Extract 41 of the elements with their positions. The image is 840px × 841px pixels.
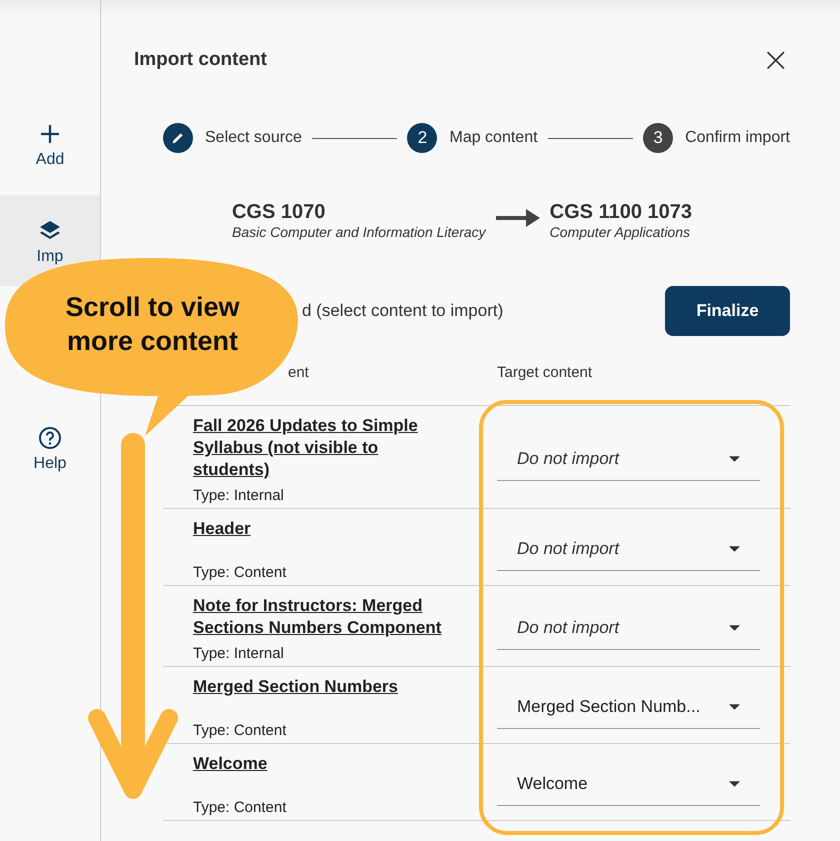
step-label: Confirm import: [685, 129, 790, 147]
content-type: Type: Content: [193, 722, 288, 739]
step-label: Select source: [205, 129, 302, 147]
course-name: Computer Applications: [550, 224, 691, 240]
plus-icon: [38, 122, 62, 146]
step-number: 2: [407, 123, 438, 153]
caret-icon: [729, 781, 740, 787]
target-select[interactable]: Do not import: [497, 438, 760, 480]
close-button[interactable]: ×: [762, 46, 790, 74]
caret-icon: [729, 625, 740, 631]
content-link[interactable]: Note for Instructors: Merged Sections Numbers Component: [193, 595, 443, 639]
column-header: ent: [287, 364, 310, 381]
dialog-title: Import content: [134, 49, 267, 71]
course-code: CGS 1100 1073: [550, 201, 692, 224]
content-link[interactable]: Header: [193, 518, 443, 540]
help-icon: [38, 426, 62, 450]
sidebar-item[interactable]: Help: [0, 426, 100, 473]
content-type: Type: Content: [193, 564, 288, 581]
step-label: Map content: [449, 129, 538, 147]
course-code: CGS 1070: [232, 201, 326, 224]
content-type: Type: Content: [193, 799, 288, 816]
target-select[interactable]: Do not import: [497, 608, 760, 650]
step-number: 3: [643, 123, 674, 153]
content-link[interactable]: Fall 2026 Updates to Simple Syllabus (not visible to students): [193, 415, 443, 481]
target-select[interactable]: Merged Section Numb...: [497, 686, 760, 728]
target-select[interactable]: Do not import: [497, 528, 760, 570]
caret-icon: [729, 704, 740, 710]
content-type: Type: Internal: [193, 487, 285, 504]
content-type: Type: Internal: [193, 645, 285, 662]
column-header: Target content: [497, 364, 594, 381]
sidebar-item[interactable]: Add: [0, 122, 100, 169]
finalize-button[interactable]: Finalize: [665, 286, 790, 336]
target-select[interactable]: Welcome: [497, 764, 760, 806]
content-link[interactable]: Welcome: [193, 753, 443, 775]
caret-icon: [729, 546, 740, 552]
callout-text: Scroll to view more content: [64, 291, 241, 358]
content-link[interactable]: Merged Section Numbers: [193, 676, 443, 698]
right-arrow-icon: [496, 208, 540, 228]
caret-icon: [729, 456, 740, 462]
instruction-text: d (select content to import): [302, 301, 504, 321]
course-name: Basic Computer and Information Literacy: [232, 224, 486, 240]
